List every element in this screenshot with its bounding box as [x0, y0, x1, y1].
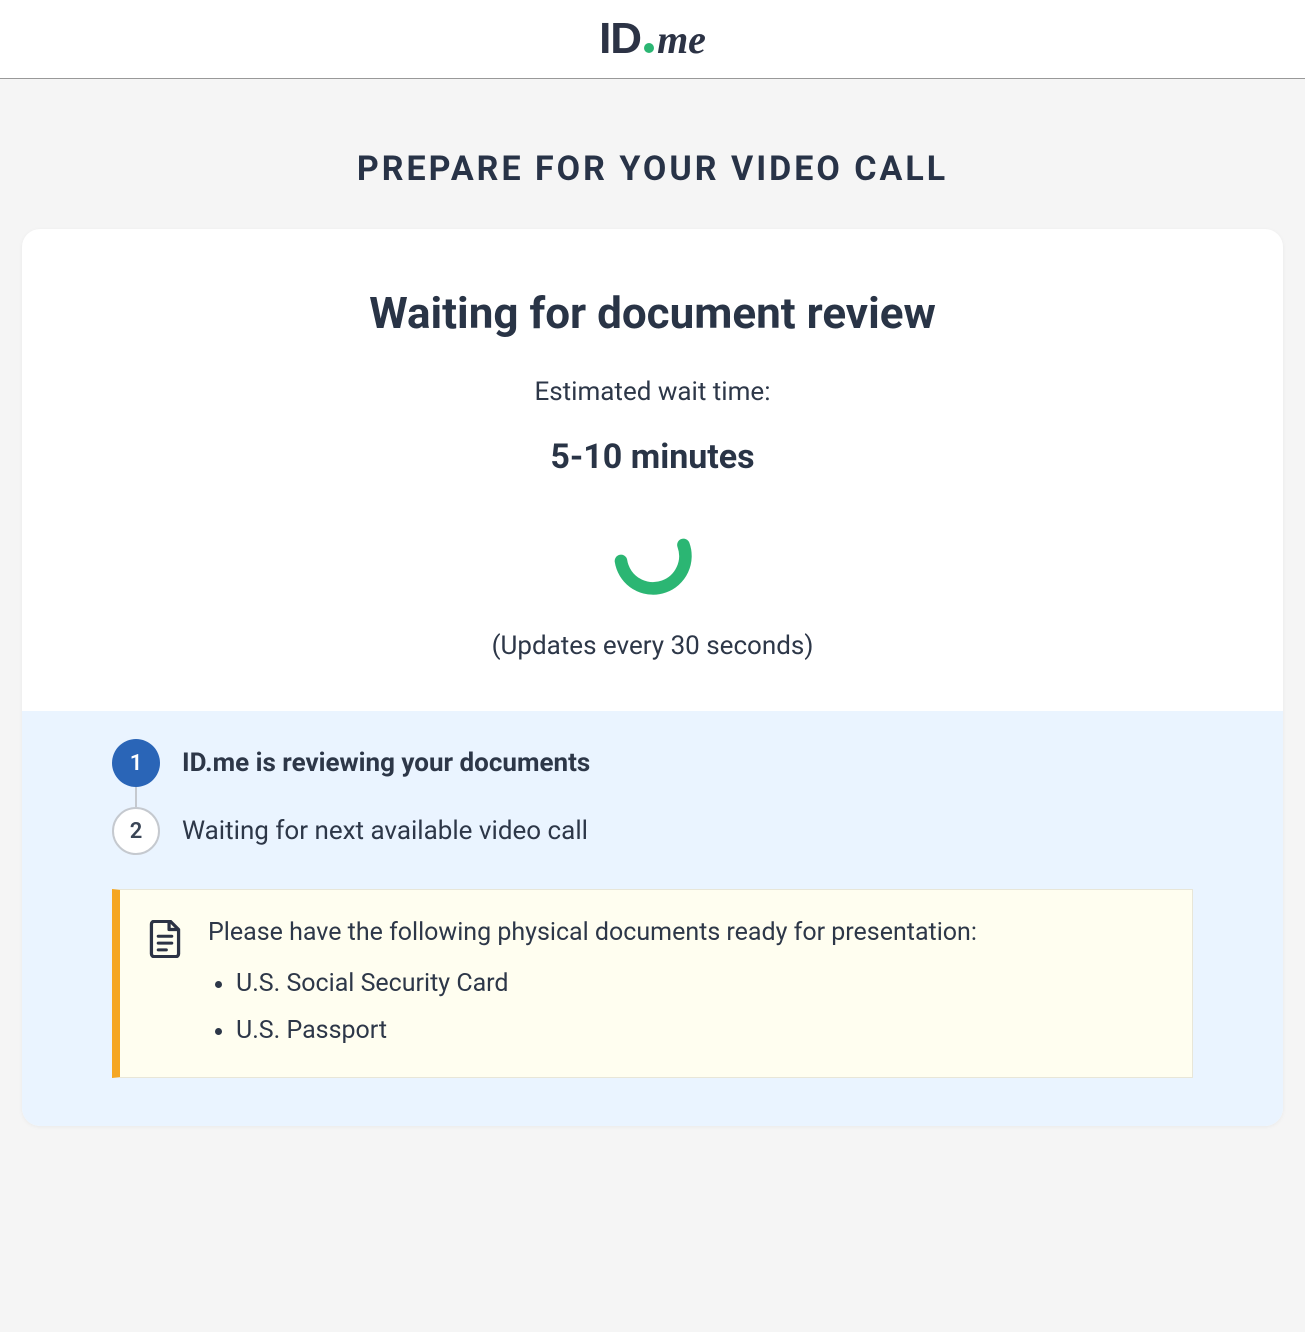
step-2: 2 Waiting for next available video call [112, 807, 1193, 855]
spinner-wrap [62, 511, 1243, 601]
step-2-label: Waiting for next available video call [182, 816, 588, 846]
main-card: Waiting for document review Estimated wa… [22, 229, 1283, 1126]
card-heading: Waiting for document review [62, 287, 1243, 339]
estimated-wait-label: Estimated wait time: [62, 377, 1243, 407]
logo-id-text: ID [599, 14, 641, 64]
step-2-number: 2 [112, 807, 160, 855]
page-title-wrap: PREPARE FOR YOUR VIDEO CALL [0, 79, 1305, 229]
step-1: 1 ID.me is reviewing your documents [112, 739, 1193, 787]
logo-me-text: me [657, 16, 706, 63]
notice-list: U.S. Social Security Card U.S. Passport [208, 969, 1158, 1045]
document-icon [148, 920, 182, 958]
update-note: (Updates every 30 seconds) [62, 631, 1243, 661]
estimated-wait-value: 5-10 minutes [62, 437, 1243, 477]
steps-list: 1 ID.me is reviewing your documents 2 Wa… [112, 739, 1193, 855]
loading-spinner-icon [608, 511, 698, 601]
card-top: Waiting for document review Estimated wa… [22, 229, 1283, 711]
notice-item-0: U.S. Social Security Card [236, 969, 1158, 998]
step-connector [135, 787, 137, 807]
documents-notice: Please have the following physical docum… [112, 889, 1193, 1078]
notice-item-1: U.S. Passport [236, 1016, 1158, 1045]
idme-logo: ID me [599, 14, 706, 64]
notice-text: Please have the following physical docum… [208, 918, 1158, 947]
step-1-label: ID.me is reviewing your documents [182, 748, 590, 778]
step-1-number: 1 [112, 739, 160, 787]
page-title: PREPARE FOR YOUR VIDEO CALL [0, 149, 1305, 189]
header: ID me [0, 0, 1305, 79]
card-bottom: 1 ID.me is reviewing your documents 2 Wa… [22, 711, 1283, 1126]
logo-dot-icon [644, 43, 654, 53]
notice-body: Please have the following physical docum… [208, 918, 1158, 1045]
